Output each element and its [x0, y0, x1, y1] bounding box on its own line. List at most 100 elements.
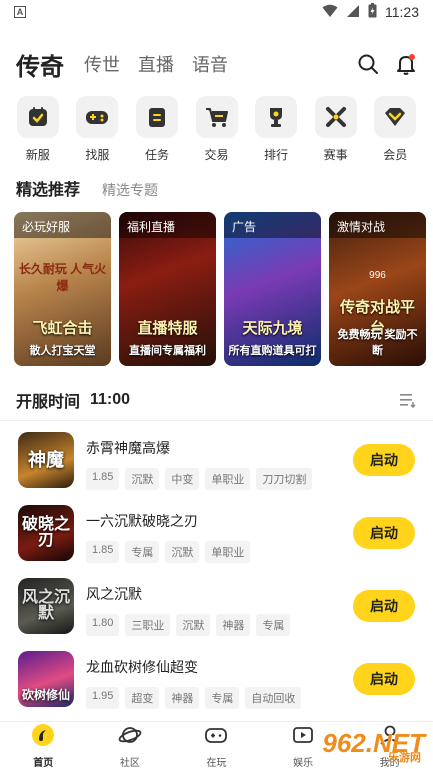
banner-subtitle: 散人打宝天堂 — [29, 345, 96, 357]
banner-subtitle: 直播间专属福利 — [129, 345, 206, 357]
launch-button[interactable]: 启动 — [353, 590, 415, 622]
search-icon[interactable] — [357, 53, 379, 75]
quick-item-label: 新服 — [25, 148, 50, 162]
battery-icon — [368, 3, 377, 21]
cart-icon — [195, 96, 238, 138]
quick-item-label: 会员 — [383, 148, 408, 162]
crossed-swords-icon — [314, 96, 357, 138]
notification-bell-icon[interactable] — [395, 53, 417, 75]
launch-button[interactable]: 启动 — [353, 517, 415, 549]
server-tags: 1.80 三职业 沉默 神器 专属 — [86, 614, 291, 636]
nav-label: 在玩 — [206, 757, 227, 769]
quick-item-vip[interactable]: 会员 — [365, 96, 425, 163]
tab-chuanshi[interactable]: 传世 — [84, 51, 120, 77]
watermark-subtext: 乐游网 — [388, 752, 421, 764]
nav-label: 社区 — [119, 757, 140, 769]
quick-item-label: 找服 — [85, 148, 110, 162]
quick-item-new-server[interactable]: 新服 — [8, 96, 68, 163]
wifi-icon — [322, 4, 338, 21]
server-tag: 沉默 — [125, 468, 160, 490]
banner-tag: 广告 — [224, 212, 321, 238]
nav-community[interactable]: 社区 — [87, 722, 174, 769]
nav-playing[interactable]: 在玩 — [173, 722, 260, 769]
banner-title: 直播特服 — [137, 320, 198, 337]
nav-home[interactable]: 首页 — [0, 722, 87, 769]
server-title: 赤霄神魔高爆 — [86, 440, 170, 456]
home-icon — [31, 723, 55, 752]
banner-carousel[interactable]: 必玩好服 长久耐玩 人气火爆 飞虹合击 散人打宝天堂 福利直播 直播特服 直播间… — [14, 212, 433, 366]
server-tag: 专属 — [256, 614, 291, 636]
site-watermark-logo: 962.NET 乐游网 — [285, 721, 425, 765]
signal-icon — [346, 4, 360, 21]
game-thumbnail[interactable]: 神魔 — [18, 432, 74, 488]
server-tag: 自动回收 — [245, 687, 302, 709]
server-tag: 沉默 — [165, 541, 200, 563]
banner-headline: 长久耐玩 人气火爆 — [18, 262, 107, 293]
server-row[interactable]: 砍树修仙 龙血砍树修仙超变 1.95 超变 神器 专属 自动回收 启动 — [0, 645, 433, 718]
tab-chuanqi[interactable]: 传奇 — [16, 47, 64, 82]
banner-card[interactable]: 必玩好服 长久耐玩 人气火爆 飞虹合击 散人打宝天堂 — [14, 212, 111, 366]
server-title: 风之沉默 — [86, 586, 142, 602]
banner-card[interactable]: 激情对战 996 传奇对战平台 免费畅玩 奖励不断 — [329, 212, 426, 366]
filter-list-icon[interactable] — [399, 392, 417, 408]
quick-item-events[interactable]: 赛事 — [306, 96, 366, 163]
server-tag: 神器 — [165, 687, 200, 709]
featured-title[interactable]: 精选推荐 — [16, 176, 80, 200]
server-tag: 单职业 — [205, 468, 251, 490]
tab-live[interactable]: 直播 — [138, 51, 174, 77]
quick-item-label: 任务 — [144, 148, 169, 162]
quick-item-label: 排行 — [264, 148, 289, 162]
server-tag: 神器 — [216, 614, 251, 636]
launch-button[interactable]: 启动 — [353, 444, 415, 476]
server-tags: 1.85 沉默 中变 单职业 刀刀切割 — [86, 468, 313, 490]
quick-item-tasks[interactable]: 任务 — [127, 96, 187, 163]
quick-item-ranking[interactable]: 排行 — [246, 96, 306, 163]
status-time: 11:23 — [385, 4, 419, 20]
planet-icon — [118, 723, 142, 752]
game-thumbnail[interactable]: 风之沉默 — [18, 578, 74, 634]
server-tag: 1.85 — [86, 541, 120, 563]
launch-button[interactable]: 启动 — [353, 663, 415, 695]
trophy-icon — [255, 96, 298, 138]
server-tag: 刀刀切割 — [256, 468, 313, 490]
server-title: 龙血砍树修仙超变 — [86, 659, 198, 675]
banner-tag: 福利直播 — [119, 212, 216, 238]
tab-voice[interactable]: 语音 — [192, 51, 228, 77]
calendar-check-icon — [16, 96, 59, 138]
top-nav: 传奇 传世 直播 语音 — [16, 44, 417, 84]
quick-item-label: 赛事 — [323, 148, 348, 162]
server-tag: 沉默 — [176, 614, 211, 636]
server-tag: 中变 — [165, 468, 200, 490]
server-tag: 超变 — [125, 687, 160, 709]
server-row[interactable]: 破晓之刃 一六沉默破晓之刃 1.85 专属 沉默 单职业 启动 — [0, 499, 433, 572]
banner-card[interactable]: 广告 天际九境 所有直购道具可打 — [224, 212, 321, 366]
server-tags: 1.95 超变 神器 专属 自动回收 — [86, 687, 302, 709]
server-tag: 1.85 — [86, 468, 120, 490]
server-tags: 1.85 专属 沉默 单职业 — [86, 541, 251, 563]
game-thumbnail[interactable]: 砍树修仙 — [18, 651, 74, 707]
nav-label: 首页 — [33, 757, 54, 769]
quick-item-label: 交易 — [204, 148, 229, 162]
notification-a-icon: A — [14, 6, 26, 18]
game-thumbnail[interactable]: 破晓之刃 — [18, 505, 74, 561]
banner-title: 飞虹合击 — [32, 320, 93, 337]
server-row[interactable]: 神魔 赤霄神魔高爆 1.85 沉默 中变 单职业 刀刀切割 启动 — [0, 426, 433, 499]
quick-item-find-server[interactable]: 找服 — [68, 96, 128, 163]
featured-topics-tab[interactable]: 精选专题 — [102, 180, 158, 200]
server-tag: 1.80 — [86, 614, 120, 636]
server-tag: 单职业 — [205, 541, 251, 563]
quick-menu: 新服 找服 任务 交易 排行 赛事 会员 — [8, 96, 425, 163]
banner-headline: 996 — [369, 270, 386, 281]
server-row[interactable]: 风之沉默 风之沉默 1.80 三职业 沉默 神器 专属 启动 — [0, 572, 433, 645]
featured-section-header: 精选推荐 精选专题 — [16, 176, 158, 200]
banner-tag: 激情对战 — [329, 212, 426, 238]
open-time-header: 开服时间 11:00 — [16, 388, 417, 412]
banner-subtitle: 所有直购道具可打 — [228, 345, 317, 357]
quick-item-trade[interactable]: 交易 — [187, 96, 247, 163]
banner-tag: 必玩好服 — [14, 212, 111, 238]
server-tag: 专属 — [205, 687, 240, 709]
task-list-icon — [135, 96, 178, 138]
server-tag: 三职业 — [125, 614, 171, 636]
divider — [0, 420, 433, 421]
banner-card[interactable]: 福利直播 直播特服 直播间专属福利 — [119, 212, 216, 366]
